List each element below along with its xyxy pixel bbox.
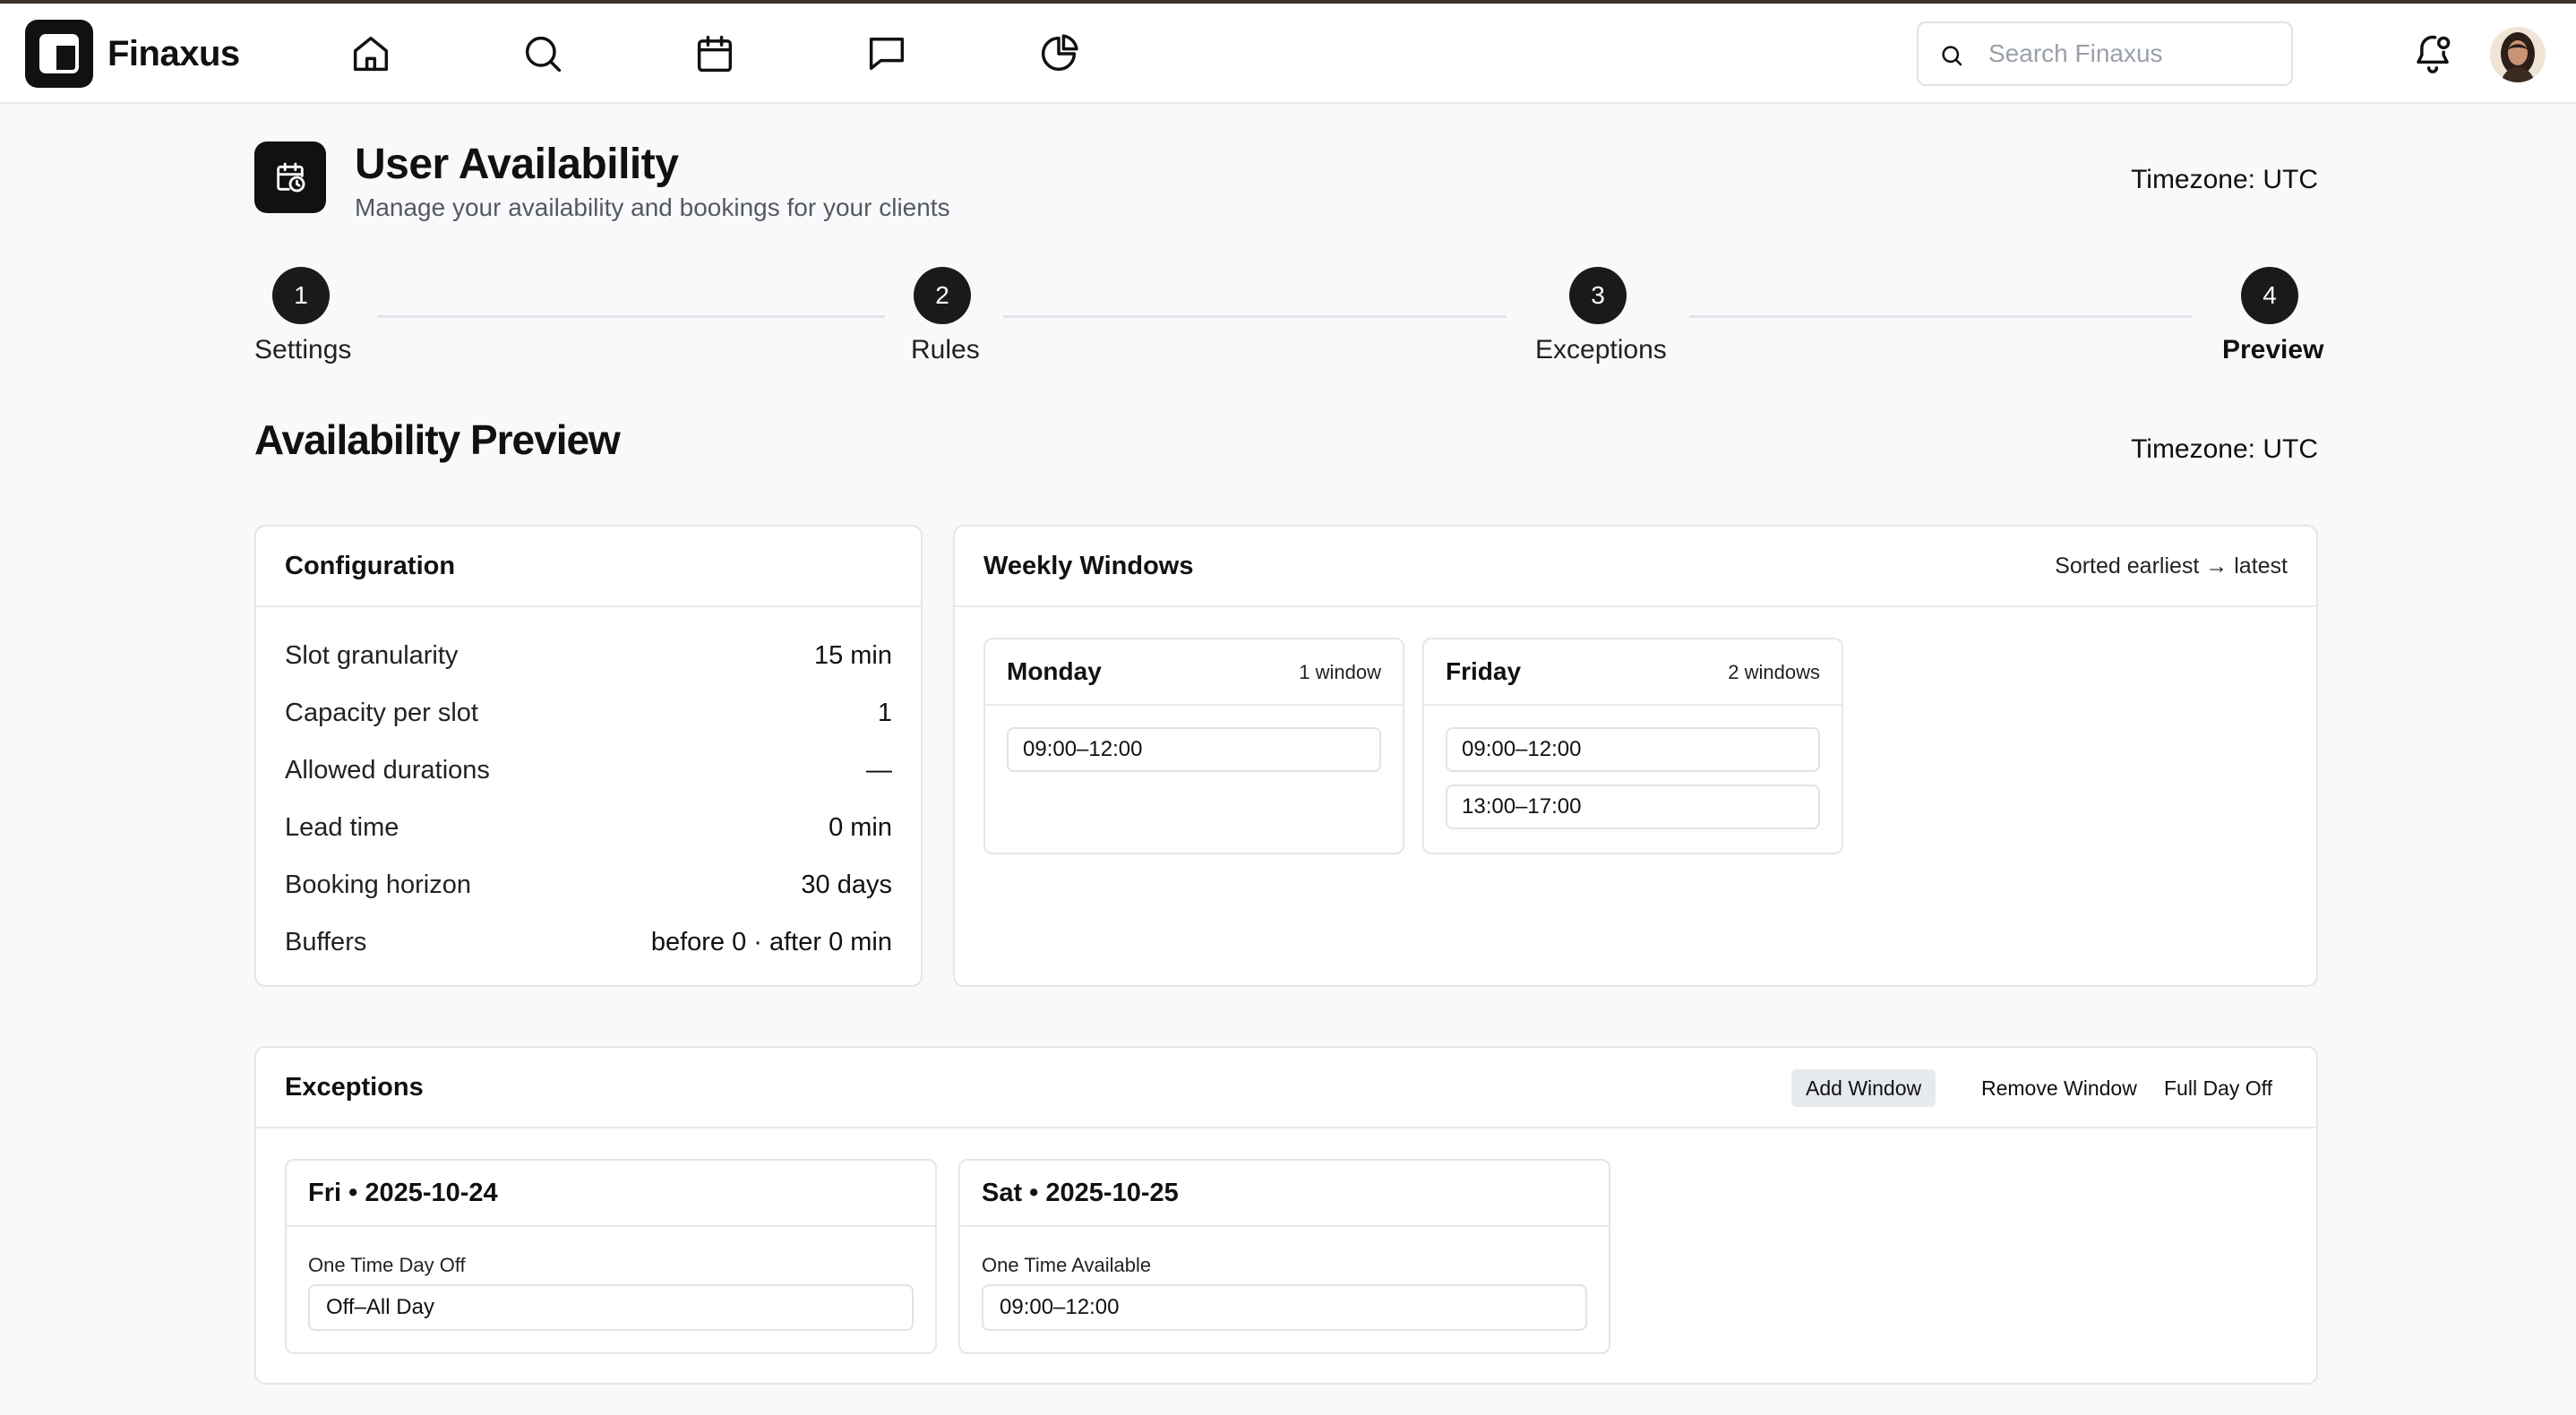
notification-bell-icon[interactable] xyxy=(2409,30,2456,77)
day-name: Monday xyxy=(1007,657,1102,686)
config-value: — xyxy=(866,756,892,785)
step-connector xyxy=(1003,315,1507,318)
search-box[interactable] xyxy=(1917,21,2293,86)
config-row-lead-time: Lead time 0 min xyxy=(285,813,892,849)
config-row-slot-granularity: Slot granularity 15 min xyxy=(285,641,892,677)
step-3-circle[interactable]: 3 xyxy=(1569,267,1627,324)
config-value: 30 days xyxy=(801,870,892,900)
day-header: Friday 2 windows xyxy=(1424,639,1842,706)
config-value: before 0 · after 0 min xyxy=(651,928,892,957)
chat-icon[interactable] xyxy=(863,30,910,77)
config-label: Lead time xyxy=(285,813,399,843)
config-label: Slot granularity xyxy=(285,641,458,671)
config-row-allowed-durations: Allowed durations — xyxy=(285,756,892,792)
config-value: 0 min xyxy=(829,813,892,843)
timezone-label: Timezone: UTC xyxy=(2131,165,2318,195)
search-icon[interactable] xyxy=(519,30,566,77)
time-window[interactable]: 09:00–12:00 xyxy=(1007,727,1381,772)
config-label: Capacity per slot xyxy=(285,699,478,728)
step-1-label[interactable]: Settings xyxy=(254,335,351,365)
step-connector xyxy=(378,315,885,318)
top-bar: Finaxus xyxy=(0,4,2576,104)
step-connector xyxy=(1689,315,2193,318)
config-label: Allowed durations xyxy=(285,756,490,785)
day-name: Friday xyxy=(1446,657,1521,686)
timezone-label: Timezone: UTC xyxy=(2131,434,2318,465)
card-title: Weekly Windows xyxy=(983,552,1193,581)
exception-value[interactable]: 09:00–12:00 xyxy=(982,1284,1587,1331)
exception-type: One Time Day Off xyxy=(308,1254,466,1277)
weekly-windows-card: Weekly Windows Sorted earliest → latest … xyxy=(953,525,2318,987)
config-row-capacity: Capacity per slot 1 xyxy=(285,699,892,734)
step-4-label[interactable]: Preview xyxy=(2222,335,2323,365)
config-value: 15 min xyxy=(814,641,892,671)
layout-icon xyxy=(39,34,79,73)
exception-header: Sat • 2025-10-25 xyxy=(960,1161,1609,1227)
add-window-button[interactable]: Add Window xyxy=(1791,1069,1936,1107)
time-window[interactable]: 09:00–12:00 xyxy=(1446,727,1820,772)
card-header: Weekly Windows Sorted earliest → latest xyxy=(955,527,2316,607)
card-header: Exceptions Add Window Remove Window Full… xyxy=(256,1048,2316,1128)
card-title: Exceptions xyxy=(285,1073,424,1102)
step-2-label[interactable]: Rules xyxy=(911,335,980,365)
calendar-clock-icon xyxy=(254,142,326,213)
calendar-icon[interactable] xyxy=(691,30,738,77)
time-window[interactable]: 13:00–17:00 xyxy=(1446,785,1820,829)
config-label: Booking horizon xyxy=(285,870,471,900)
config-label: Buffers xyxy=(285,928,366,957)
search-input[interactable] xyxy=(1988,36,2275,72)
configuration-card: Configuration Slot granularity 15 min Ca… xyxy=(254,525,923,987)
remove-window-button[interactable]: Remove Window xyxy=(1967,1069,2151,1107)
config-value: 1 xyxy=(878,699,892,728)
day-header: Monday 1 window xyxy=(985,639,1403,706)
step-2-circle[interactable]: 2 xyxy=(914,267,971,324)
page-title: User Availability xyxy=(355,140,678,189)
page-subtitle: Manage your availability and bookings fo… xyxy=(355,193,950,222)
step-1-circle[interactable]: 1 xyxy=(272,267,330,324)
step-4-circle[interactable]: 4 xyxy=(2241,267,2298,324)
window-count: 2 windows xyxy=(1728,661,1820,684)
sort-label: Sorted earliest → latest xyxy=(2055,553,2288,579)
config-row-buffers: Buffers before 0 · after 0 min xyxy=(285,928,892,964)
exception-date: Fri • 2025-10-24 xyxy=(308,1179,498,1208)
step-3-label[interactable]: Exceptions xyxy=(1535,335,1667,365)
app-logo[interactable] xyxy=(25,20,93,88)
search-icon xyxy=(1938,42,1965,69)
full-day-off-button[interactable]: Full Day Off xyxy=(2150,1069,2287,1107)
card-header: Configuration xyxy=(256,527,921,607)
user-avatar[interactable] xyxy=(2490,27,2546,82)
exception-item: Fri • 2025-10-24 One Time Day Off Off–Al… xyxy=(285,1159,937,1354)
exception-item: Sat • 2025-10-25 One Time Available 09:0… xyxy=(958,1159,1610,1354)
exception-value[interactable]: Off–All Day xyxy=(308,1284,914,1331)
exception-header: Fri • 2025-10-24 xyxy=(287,1161,935,1227)
day-card-monday: Monday 1 window 09:00–12:00 xyxy=(983,638,1404,854)
exception-type: One Time Available xyxy=(982,1254,1151,1277)
day-card-friday: Friday 2 windows 09:00–12:00 13:00–17:00 xyxy=(1422,638,1843,854)
app-name: Finaxus xyxy=(107,34,240,74)
exceptions-card: Exceptions Add Window Remove Window Full… xyxy=(254,1046,2318,1385)
config-row-booking-horizon: Booking horizon 30 days xyxy=(285,870,892,906)
pie-chart-icon[interactable] xyxy=(1035,30,1082,77)
section-title: Availability Preview xyxy=(254,416,620,464)
window-count: 1 window xyxy=(1299,661,1381,684)
card-title: Configuration xyxy=(285,552,455,581)
home-icon[interactable] xyxy=(348,30,394,77)
exception-date: Sat • 2025-10-25 xyxy=(982,1179,1179,1208)
